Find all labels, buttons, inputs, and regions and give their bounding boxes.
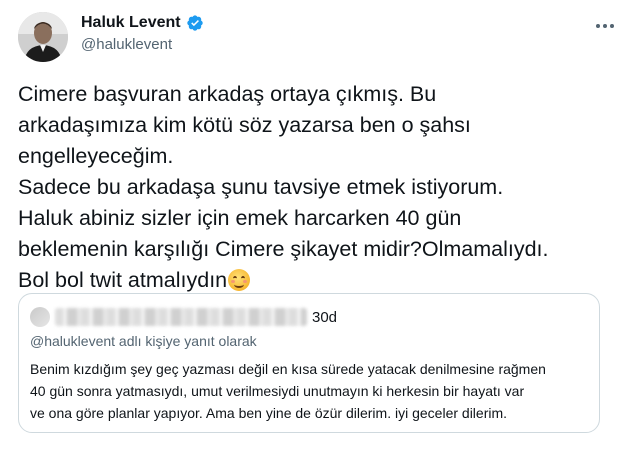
quoted-author-avatar bbox=[30, 307, 50, 327]
verified-badge-icon bbox=[186, 14, 204, 32]
quoted-author-name-blurred bbox=[55, 308, 307, 326]
tweet-text-line: arkadaşımıza kim kötü söz yazarsa ben o … bbox=[18, 113, 471, 137]
quoted-text-line: 40 gün sonra yatmasıydı, umut verilmesiy… bbox=[30, 383, 525, 399]
quoted-tweet-text: Benim kızdığım şey geç yazması değil en … bbox=[30, 358, 590, 424]
quoted-tweet[interactable]: 30d @haluklevent adlı kişiye yanıt olara… bbox=[18, 293, 600, 433]
avatar-photo-icon bbox=[18, 12, 68, 62]
author-avatar[interactable] bbox=[18, 12, 68, 62]
tweet-text-line: engelleyeceğim. bbox=[18, 144, 174, 168]
tweet-text-line: beklemenin karşılığı Cimere şikayet midi… bbox=[18, 237, 549, 261]
author-display-name[interactable]: Haluk Levent bbox=[81, 14, 181, 32]
tweet-text-line: Sadece bu arkadaşa şunu tavsiye etmek is… bbox=[18, 175, 504, 199]
more-options-icon[interactable] bbox=[591, 16, 619, 36]
quoted-reply-context: @haluklevent adlı kişiye yanıt olarak bbox=[30, 333, 257, 349]
tweet-text: Cimere başvuran arkadaş ortaya çıkmış. B… bbox=[18, 79, 628, 296]
author-handle[interactable]: @haluklevent bbox=[81, 36, 204, 53]
tweet-text-line: Cimere başvuran arkadaş ortaya çıkmış. B… bbox=[18, 82, 437, 106]
tweet-text-line: Haluk abiniz sizler için emek harcarken … bbox=[18, 206, 462, 230]
tweet-text-line-last: Bol bol twit atmalıydın bbox=[18, 265, 628, 296]
tweet-card: Haluk Levent @haluklevent Cimere başvura… bbox=[0, 0, 639, 451]
quoted-text-line: ve ona göre planlar yapıyor. Ama ben yin… bbox=[30, 405, 508, 421]
quoted-text-line: Benim kızdığım şey geç yazması değil en … bbox=[30, 361, 546, 377]
quoted-tweet-time: 30d bbox=[312, 309, 338, 326]
author-info: Haluk Levent @haluklevent bbox=[81, 14, 204, 53]
author-name-row: Haluk Levent bbox=[81, 14, 204, 32]
tweet-text-line: Bol bol twit atmalıydın bbox=[18, 268, 228, 292]
smiling-face-emoji-icon bbox=[228, 269, 251, 291]
